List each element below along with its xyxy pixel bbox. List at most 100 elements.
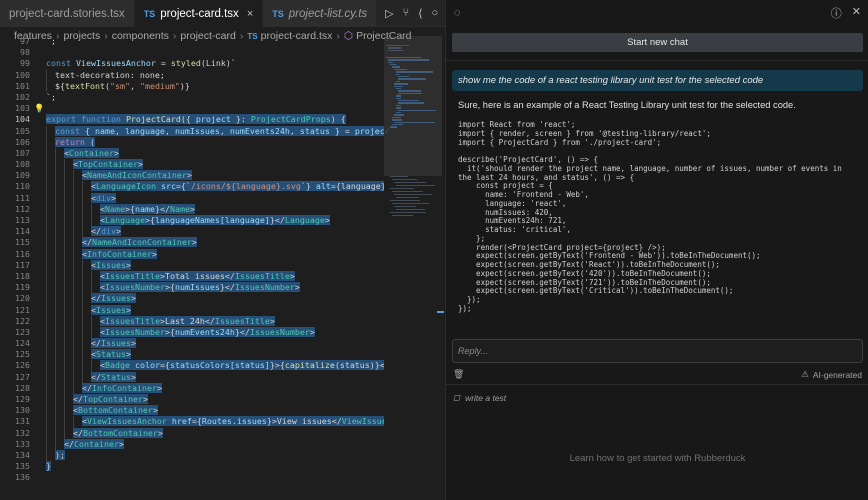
code-content: </Issues> bbox=[46, 293, 384, 305]
minimap-line bbox=[388, 59, 429, 61]
line-number: 119 bbox=[15, 282, 30, 293]
circle-icon[interactable]: ○ bbox=[432, 7, 439, 19]
code-line[interactable]: 134); bbox=[0, 449, 384, 462]
minimap-line bbox=[392, 179, 417, 181]
code-line[interactable]: 124 </Issues> bbox=[0, 338, 384, 350]
code-token: </ bbox=[73, 427, 83, 438]
code-content: <IssuesTitle>Total issues</IssuesTitle> bbox=[46, 270, 384, 283]
code-line[interactable]: 135} bbox=[0, 461, 384, 472]
code-line[interactable]: 100 text-decoration: none; bbox=[0, 69, 384, 81]
code-line: language: 'react', bbox=[458, 199, 567, 208]
code-token: </ bbox=[91, 338, 101, 349]
reply-input[interactable] bbox=[458, 346, 862, 356]
code-line[interactable]: 136 bbox=[0, 472, 384, 483]
code-line[interactable]: 117 <Issues> bbox=[0, 259, 384, 271]
code-token: Issues bbox=[96, 259, 126, 270]
code-content: <IssuesNumber>{numIssues}</IssuesNumber> bbox=[46, 282, 384, 294]
code-token: div bbox=[101, 226, 116, 237]
code-token: IssuesNumber bbox=[105, 326, 165, 337]
editor-actions: ▷⑂⟨○⟩◉▯… bbox=[377, 0, 445, 26]
trash-icon[interactable]: 🗑 bbox=[453, 369, 464, 380]
lightbulb-icon[interactable]: 💡 bbox=[34, 103, 44, 114]
code-token: </ bbox=[91, 371, 101, 382]
line-number: 128 bbox=[15, 382, 30, 393]
minimap-line bbox=[394, 114, 404, 116]
close-icon[interactable]: ✕ bbox=[852, 5, 861, 21]
code-line[interactable]: 106 return ( bbox=[0, 136, 384, 148]
code-token: const bbox=[46, 58, 76, 69]
code-line[interactable]: 110 <LanguageIcon src={`/icons/${language… bbox=[0, 181, 384, 193]
reply-box[interactable] bbox=[452, 339, 863, 363]
code-line[interactable]: 109 <NameAndIconContainer> bbox=[0, 170, 384, 182]
code-content: <BottomContainer> bbox=[46, 405, 384, 417]
code-line[interactable]: 112 <Name>{name}</Name> bbox=[0, 203, 384, 216]
code-line[interactable]: 99 const ViewIssuesAnchor = styled(Link)` bbox=[0, 58, 384, 69]
code-line[interactable]: 118 <IssuesTitle>Total issues</IssuesTitl… bbox=[0, 270, 384, 283]
code-line: numIssues: 420, bbox=[458, 208, 553, 217]
go-back-icon[interactable]: ⟨ bbox=[418, 7, 422, 20]
code-line[interactable]: 125 <Status> bbox=[0, 349, 384, 361]
code-line[interactable]: 131 <ViewIssuesAnchor href={Routes.issues… bbox=[0, 416, 384, 428]
minimap-line bbox=[392, 116, 401, 119]
code-line[interactable]: 104 export function ProjectCard({ project… bbox=[0, 114, 384, 125]
conversation-item[interactable]: ◻ write a test bbox=[453, 392, 506, 403]
source-control-icon[interactable]: ⑂ bbox=[403, 7, 410, 19]
code-token: > bbox=[294, 282, 300, 293]
close-icon[interactable]: × bbox=[247, 8, 253, 20]
code-line[interactable]: 121 <Issues> bbox=[0, 304, 384, 316]
editor-tab[interactable]: project-card.stories.tsx bbox=[0, 0, 135, 27]
code-content: text-decoration: none; bbox=[46, 69, 384, 81]
code-token: return bbox=[55, 136, 90, 147]
code-token: </ bbox=[73, 394, 83, 404]
code-token: , bbox=[219, 125, 230, 136]
code-line[interactable]: 123 <IssuesNumber>{numEvents24h}</IssuesN… bbox=[0, 326, 384, 339]
code-line[interactable]: 114 </div> bbox=[0, 226, 384, 238]
minimap-line bbox=[396, 209, 425, 211]
code-token: > bbox=[137, 159, 143, 170]
code-area[interactable]: 97 `; 98 99 const ViewIssuesAnchor = styled(… bbox=[0, 36, 384, 496]
code-token: , bbox=[114, 125, 125, 136]
code-line[interactable]: 120 </Issues> bbox=[0, 293, 384, 305]
code-line[interactable]: 103 💡 bbox=[0, 103, 384, 114]
code-line[interactable]: 107 <Container> bbox=[0, 147, 384, 160]
minimap[interactable] bbox=[384, 36, 442, 500]
code-token: > bbox=[324, 215, 330, 225]
code-line[interactable]: 113 <Language>{languageNames[language]}</… bbox=[0, 215, 384, 227]
minimap-line bbox=[390, 188, 414, 190]
code-line[interactable]: 115 </NameAndIconContainer> bbox=[0, 237, 384, 249]
help-icon[interactable]: ⓘ bbox=[831, 5, 842, 21]
editor-tab[interactable]: TS project-card.tsx × bbox=[134, 0, 264, 27]
code-token: Name bbox=[105, 203, 125, 214]
start-new-chat-button[interactable]: Start new chat bbox=[452, 33, 863, 52]
code-line[interactable]: 133 </Container> bbox=[0, 438, 384, 450]
code-line[interactable]: 101 ${textFont("sm", "medium")} bbox=[0, 80, 384, 92]
code-line[interactable]: 128 </InfoContainer> bbox=[0, 382, 384, 395]
code-line[interactable]: 108 <TopContainer> bbox=[0, 159, 384, 171]
code-line[interactable]: 105 const { name, language, numIssues, nu… bbox=[0, 125, 384, 137]
code-content: <Issues> bbox=[46, 304, 384, 316]
line-number: 127 bbox=[15, 371, 30, 382]
code-line[interactable]: 116 <InfoContainer> bbox=[0, 248, 384, 260]
code-line[interactable]: 132 </BottomContainer> bbox=[0, 427, 384, 439]
code-line[interactable]: 111 <div> bbox=[0, 192, 384, 204]
code-line[interactable]: 119 <IssuesNumber>{numIssues}</IssuesNumb… bbox=[0, 282, 384, 294]
code-token: > bbox=[113, 147, 119, 158]
code-token: Language bbox=[284, 215, 325, 225]
code-content: </div> bbox=[46, 226, 384, 238]
code-line[interactable]: 130 <BottomContainer> bbox=[0, 405, 384, 417]
code-line[interactable]: 97 `; bbox=[0, 36, 384, 47]
code-line[interactable]: 102 `; bbox=[0, 92, 384, 103]
code-line[interactable]: 129 </TopContainer> bbox=[0, 394, 384, 406]
code-line[interactable]: 127 </Status> bbox=[0, 371, 384, 383]
chat-header: ◌ ⓘ ✕ bbox=[446, 0, 868, 26]
code-line[interactable]: 126 <Badge color={statusColors[status]}>{… bbox=[0, 360, 384, 372]
code-line[interactable]: 98 bbox=[0, 47, 384, 58]
code-line: }); bbox=[458, 296, 481, 304]
code-line: const project = { bbox=[458, 182, 553, 191]
code-line[interactable]: 122 <IssuesTitle>Last 24h</IssuesTitle> bbox=[0, 315, 384, 327]
code-token: text-decoration: none; bbox=[55, 69, 165, 80]
run-icon[interactable]: ▷ bbox=[385, 7, 393, 20]
code-token: IssuesNumber bbox=[105, 282, 165, 293]
minimap-line bbox=[396, 73, 399, 75]
editor-tab[interactable]: TS project-list.cy.ts bbox=[263, 0, 378, 27]
